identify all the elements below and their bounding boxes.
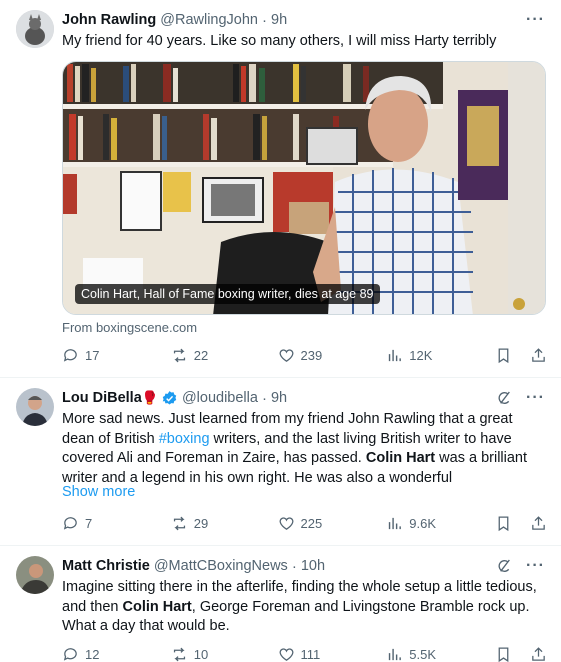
reply-icon	[63, 516, 77, 530]
author-handle[interactable]: @RawlingJohn	[160, 12, 258, 28]
verified-badge-icon[interactable]	[161, 390, 178, 407]
repost-count: 22	[193, 347, 209, 363]
views-button[interactable]: 12K	[386, 347, 495, 364]
more-icon[interactable]: ···	[526, 12, 545, 28]
bookmark-icon[interactable]	[495, 646, 512, 662]
repost-button[interactable]: 29	[171, 515, 278, 532]
tweet-actions: 12 10 111 5.5K	[62, 644, 547, 662]
repost-count: 29	[193, 515, 209, 531]
like-count: 225	[300, 515, 323, 531]
share-icon[interactable]	[530, 347, 547, 364]
repost-count: 10	[193, 646, 209, 662]
views-count: 5.5K	[409, 646, 437, 662]
avatar[interactable]	[16, 388, 54, 426]
author-name[interactable]: Lou DiBella	[62, 390, 142, 406]
timestamp[interactable]: 9h	[271, 12, 287, 28]
views-icon	[389, 517, 402, 529]
tweet-actions: 17 22 239 12K	[62, 345, 547, 365]
avatar[interactable]	[16, 556, 54, 594]
views-button[interactable]: 9.6K	[386, 515, 495, 532]
tweet-header: John Rawling @RawlingJohn · 9h ···	[62, 10, 545, 30]
boxing-glove-emoji: 🥊	[141, 390, 158, 405]
author-handle[interactable]: @loudibella	[182, 390, 258, 406]
reply-icon	[63, 348, 77, 362]
like-button[interactable]: 239	[278, 347, 387, 364]
more-icon[interactable]: ···	[526, 558, 545, 574]
show-more-link[interactable]: Show more	[62, 484, 135, 500]
reply-button[interactable]: 17	[62, 347, 171, 364]
timestamp[interactable]: 9h	[271, 390, 287, 406]
text-bold: Colin Hart	[122, 598, 192, 615]
avatar[interactable]	[16, 10, 54, 48]
tweet-dibella[interactable]: Lou DiBella 🥊 @loudibella · 9h ··· More …	[0, 378, 561, 546]
tweet-text: More sad news. Just learned from my frie…	[62, 410, 545, 488]
link-card[interactable]: Colin Hart, Hall of Fame boxing writer, …	[62, 61, 546, 315]
card-caption: Colin Hart, Hall of Fame boxing writer, …	[75, 284, 380, 304]
separator-dot: ·	[262, 11, 267, 29]
hashtag-link[interactable]: #boxing	[159, 431, 210, 447]
views-count: 9.6K	[409, 515, 437, 531]
like-icon	[279, 516, 293, 530]
card-source[interactable]: From boxingscene.com	[62, 320, 197, 335]
like-button[interactable]: 225	[278, 515, 387, 532]
views-icon	[389, 349, 402, 361]
reply-button[interactable]: 12	[62, 646, 171, 662]
separator-dot: ·	[291, 557, 297, 575]
repost-button[interactable]: 22	[171, 347, 278, 364]
like-button[interactable]: 111	[278, 646, 387, 662]
bookmark-icon[interactable]	[495, 515, 512, 532]
tweet-text: My friend for 40 years. Like so many oth…	[62, 33, 497, 49]
repost-icon	[173, 348, 185, 362]
share-icon[interactable]	[530, 646, 547, 662]
tweet-actions: 7 29 225 9.6K	[62, 513, 547, 533]
reply-count: 17	[85, 347, 100, 363]
reply-count: 7	[85, 515, 93, 531]
author-handle[interactable]: @MattCBoxingNews	[154, 558, 288, 574]
like-icon	[279, 647, 293, 661]
text-bold: Colin Hart	[365, 450, 436, 466]
bookmark-icon[interactable]	[495, 347, 512, 364]
author-name[interactable]: Matt Christie	[62, 558, 150, 574]
repost-icon	[173, 516, 185, 530]
more-icon[interactable]: ···	[526, 390, 545, 406]
views-button[interactable]: 5.5K	[386, 646, 495, 662]
tweet-christie[interactable]: Matt Christie @MattCBoxingNews · 10h ···…	[0, 546, 561, 662]
like-count: 111	[300, 646, 321, 662]
repost-button[interactable]: 10	[171, 646, 278, 662]
reply-button[interactable]: 7	[62, 515, 171, 532]
timeline: John Rawling @RawlingJohn · 9h ··· My fr…	[0, 0, 561, 662]
tweet-header: Matt Christie @MattCBoxingNews · 10h ···	[62, 556, 545, 576]
reply-count: 12	[85, 646, 100, 662]
views-icon	[389, 648, 402, 660]
timestamp[interactable]: 10h	[301, 558, 325, 574]
tweet-text: Imagine sitting there in the afterlife, …	[62, 578, 545, 637]
grok-icon[interactable]	[496, 558, 512, 574]
repost-icon	[173, 647, 185, 661]
author-name[interactable]: John Rawling	[62, 12, 156, 28]
like-count: 239	[300, 347, 323, 363]
views-count: 12K	[409, 347, 433, 363]
separator-dot: ·	[261, 389, 267, 407]
card-image	[63, 62, 545, 314]
tweet-rawling[interactable]: John Rawling @RawlingJohn · 9h ··· My fr…	[0, 0, 561, 378]
tweet-header: Lou DiBella 🥊 @loudibella · 9h ···	[62, 388, 545, 408]
share-icon[interactable]	[530, 515, 547, 532]
like-icon	[279, 348, 293, 362]
grok-icon[interactable]	[496, 390, 512, 406]
reply-icon	[63, 647, 77, 661]
